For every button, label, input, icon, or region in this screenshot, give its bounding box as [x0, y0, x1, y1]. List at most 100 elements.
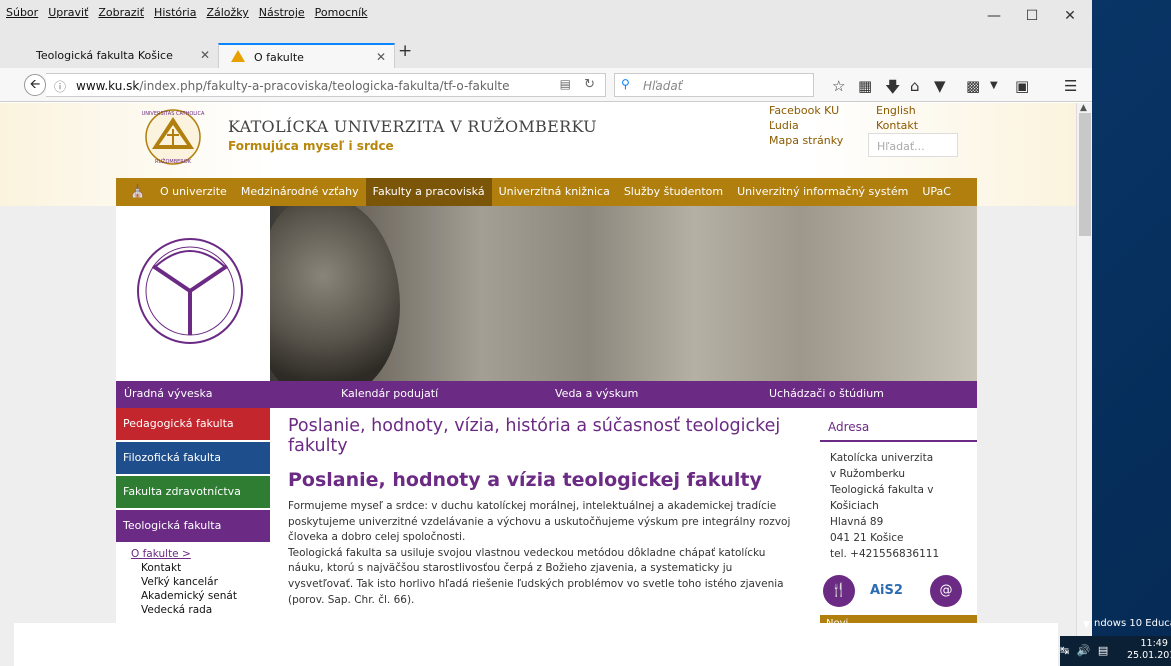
main-navigation: ⛪ O univerzite Medzinárodné vzťahy Fakul… [116, 178, 977, 206]
nav-upac[interactable]: UPaC [915, 178, 958, 206]
reload-icon[interactable]: ↻ [584, 77, 595, 92]
close-window-button[interactable]: ✕ [1050, 8, 1090, 24]
warning-icon [231, 50, 245, 62]
clock-date: 25.01.2017 [1127, 650, 1171, 661]
logo-text-bottom: RUŽOMBEROK [155, 157, 192, 165]
tab-label: Teologická fakulta Košice [36, 49, 173, 62]
subnav-uradna-vyveska[interactable]: Úradná výveska [124, 387, 212, 400]
site-search-placeholder: Hľadať... [877, 140, 925, 153]
link-facebook[interactable]: Facebook KU [769, 104, 839, 117]
bookmarks-list-icon[interactable]: ▦ [858, 77, 872, 95]
search-engine-icon[interactable]: ⚲ [621, 77, 630, 91]
statue-image [270, 206, 400, 381]
address-line: Hlavná 89 [830, 516, 884, 528]
clock[interactable]: 11:49 25.01.2017 [1127, 638, 1171, 662]
subnav-kalendar-podujati[interactable]: Kalendár podujatí [341, 387, 438, 400]
navigation-toolbar: 🡨 ⓘ www.ku.sk/index.php/fakulty-a-pracov… [0, 68, 1092, 102]
url-bar[interactable]: ⓘ www.ku.sk/index.php/fakulty-a-pracovis… [46, 73, 606, 97]
link-ludia[interactable]: Ľudia [769, 119, 799, 132]
downloads-icon[interactable]: 🡇 [885, 77, 900, 102]
back-button[interactable]: 🡨 [24, 74, 46, 96]
menu-zobrazit[interactable]: Zobraziť [98, 6, 144, 19]
extension-icon[interactable]: ▩ [966, 77, 980, 95]
nav-o-univerzite[interactable]: O univerzite [153, 178, 234, 206]
scrollbar-thumb[interactable] [1079, 113, 1091, 236]
menu-subor[interactable]: Súbor [6, 6, 38, 19]
address-line: Katolícka univerzita [830, 452, 934, 464]
home-icon[interactable]: ⌂ [910, 77, 920, 95]
subnav-veda-a-vyskum[interactable]: Veda a výskum [555, 387, 638, 400]
hero-photo [270, 206, 977, 381]
faculty-emblem [116, 206, 270, 381]
page-scrollbar[interactable]: ▲ [1076, 103, 1092, 666]
sublink-akademicky-senat[interactable]: Akademický senát [131, 590, 270, 602]
email-at-icon[interactable]: @ [930, 575, 962, 607]
bookmark-star-icon[interactable]: ☆ [832, 77, 845, 95]
nav-univerzitna-kniznica[interactable]: Univerzitná knižnica [492, 178, 617, 206]
sublink-kontakt[interactable]: Kontakt [131, 562, 270, 574]
url-text: www.ku.sk/index.php/fakulty-a-pracoviska… [76, 79, 510, 93]
site-search-input[interactable]: Hľadať... [868, 133, 958, 157]
menu-historia[interactable]: História [154, 6, 196, 19]
pocket-icon[interactable]: ▼ [934, 77, 946, 95]
service-badges: 🍴 AiS2 @ [820, 575, 977, 615]
sublink-o-fakulte[interactable]: O fakulte > [131, 548, 270, 560]
secondary-navigation: Úradná výveska Kalendár podujatí Veda a … [116, 381, 977, 408]
menu-zalozky[interactable]: Záložky [206, 6, 248, 19]
link-english[interactable]: English [876, 104, 916, 117]
ais2-logo[interactable]: AiS2 [870, 583, 903, 598]
home-nav-icon[interactable]: ⛪ [116, 178, 153, 206]
sublink-velky-kancelar[interactable]: Veľký kancelár [131, 576, 270, 588]
addon-icon[interactable]: ▣ [1015, 77, 1029, 95]
sidebar-item-teologicka[interactable]: Teologická fakulta [116, 510, 270, 542]
sidebar-item-filozoficka[interactable]: Filozofická fakulta [116, 442, 270, 474]
section-heading: Poslanie, hodnoty a vízia teologickej fa… [288, 469, 762, 491]
address-line: Teologická fakulta v [830, 484, 934, 496]
tab-label: O fakulte [254, 51, 304, 64]
tab-teologicka-fakulta[interactable]: Teologická fakulta Košice ✕ [0, 43, 218, 68]
link-mapa-stranky[interactable]: Mapa stránky [769, 134, 843, 147]
browser-window: Súbor Upraviť Zobraziť História Záložky … [0, 0, 1092, 666]
page-content: UNIVERSITAS CATHOLICA RUŽOMBEROK KATOLÍC… [0, 103, 1092, 666]
logo-text-top: UNIVERSITAS CATHOLICA [142, 111, 205, 117]
cafeteria-icon[interactable]: 🍴 [823, 575, 855, 607]
header-band: UNIVERSITAS CATHOLICA RUŽOMBEROK KATOLÍC… [0, 103, 1076, 206]
info-icon[interactable]: ⓘ [54, 78, 66, 95]
address-lines: Katolícka univerzita v Ružomberku Teolog… [820, 442, 977, 562]
sidebar-item-pedagogicka[interactable]: Pedagogická fakulta [116, 408, 270, 440]
maximize-button[interactable]: ☐ [1012, 8, 1052, 24]
close-tab-icon[interactable]: ✕ [376, 50, 386, 64]
search-bar[interactable]: ⚲ Hľadať [614, 73, 814, 97]
menu-pomocnik[interactable]: Pomocník [315, 6, 368, 19]
scroll-up-arrow-icon[interactable]: ▲ [1080, 103, 1087, 113]
nav-medzinarodne-vztahy[interactable]: Medzinárodné vzťahy [234, 178, 366, 206]
nav-univerzitny-informacny-system[interactable]: Univerzitný informačný systém [730, 178, 915, 206]
tab-strip: Teologická fakulta Košice ✕ O fakulte ✕ … [0, 38, 1092, 68]
address-box: Adresa Katolícka univerzita v Ružomberku… [820, 416, 977, 562]
clock-time: 11:49 [1140, 638, 1168, 649]
menu-nastroje[interactable]: Nástroje [259, 6, 305, 19]
sidebar-item-zdravotnictvo[interactable]: Fakulta zdravotníctva [116, 476, 270, 508]
paragraph-1: Formujeme myseľ a srdce: v duchu katolíc… [288, 500, 791, 544]
new-tab-button[interactable]: + [398, 41, 412, 61]
extension-dropdown-icon[interactable]: ▼ [990, 80, 998, 91]
subnav-uchadzaci-o-studium[interactable]: Uchádzači o štúdium [769, 387, 884, 400]
tab-o-fakulte[interactable]: O fakulte ✕ [218, 43, 395, 68]
link-kontakt[interactable]: Kontakt [876, 119, 918, 132]
page-title: Poslanie, hodnoty, vízia, história a súč… [288, 416, 781, 456]
article-text: Formujeme myseľ a srdce: v duchu katolíc… [288, 499, 798, 608]
minimize-button[interactable]: — [974, 8, 1014, 24]
network-volume-icons[interactable]: ↹ 🔊 ▤ [1060, 644, 1110, 657]
scroll-down-arrow-icon[interactable]: ▼ [1083, 620, 1090, 630]
reader-view-icon[interactable]: ▤ [560, 77, 571, 91]
tagline: Formujúca myseľ i srdce [228, 139, 394, 153]
menu-upravit[interactable]: Upraviť [48, 6, 88, 19]
main-article: Poslanie, hodnoty, vízia, história a súč… [288, 416, 798, 608]
sublink-vedecka-rada[interactable]: Vedecká rada [131, 604, 270, 616]
hamburger-menu-icon[interactable]: ☰ [1064, 77, 1077, 95]
nav-fakulty-a-pracoviska[interactable]: Fakulty a pracoviská [365, 178, 492, 206]
overlay-white-panel [14, 623, 1058, 666]
nav-sluzby-studentom[interactable]: Služby študentom [617, 178, 730, 206]
close-tab-icon[interactable]: ✕ [200, 48, 210, 62]
university-name: KATOLÍCKA UNIVERZITA V RUŽOMBERKU [228, 117, 597, 136]
